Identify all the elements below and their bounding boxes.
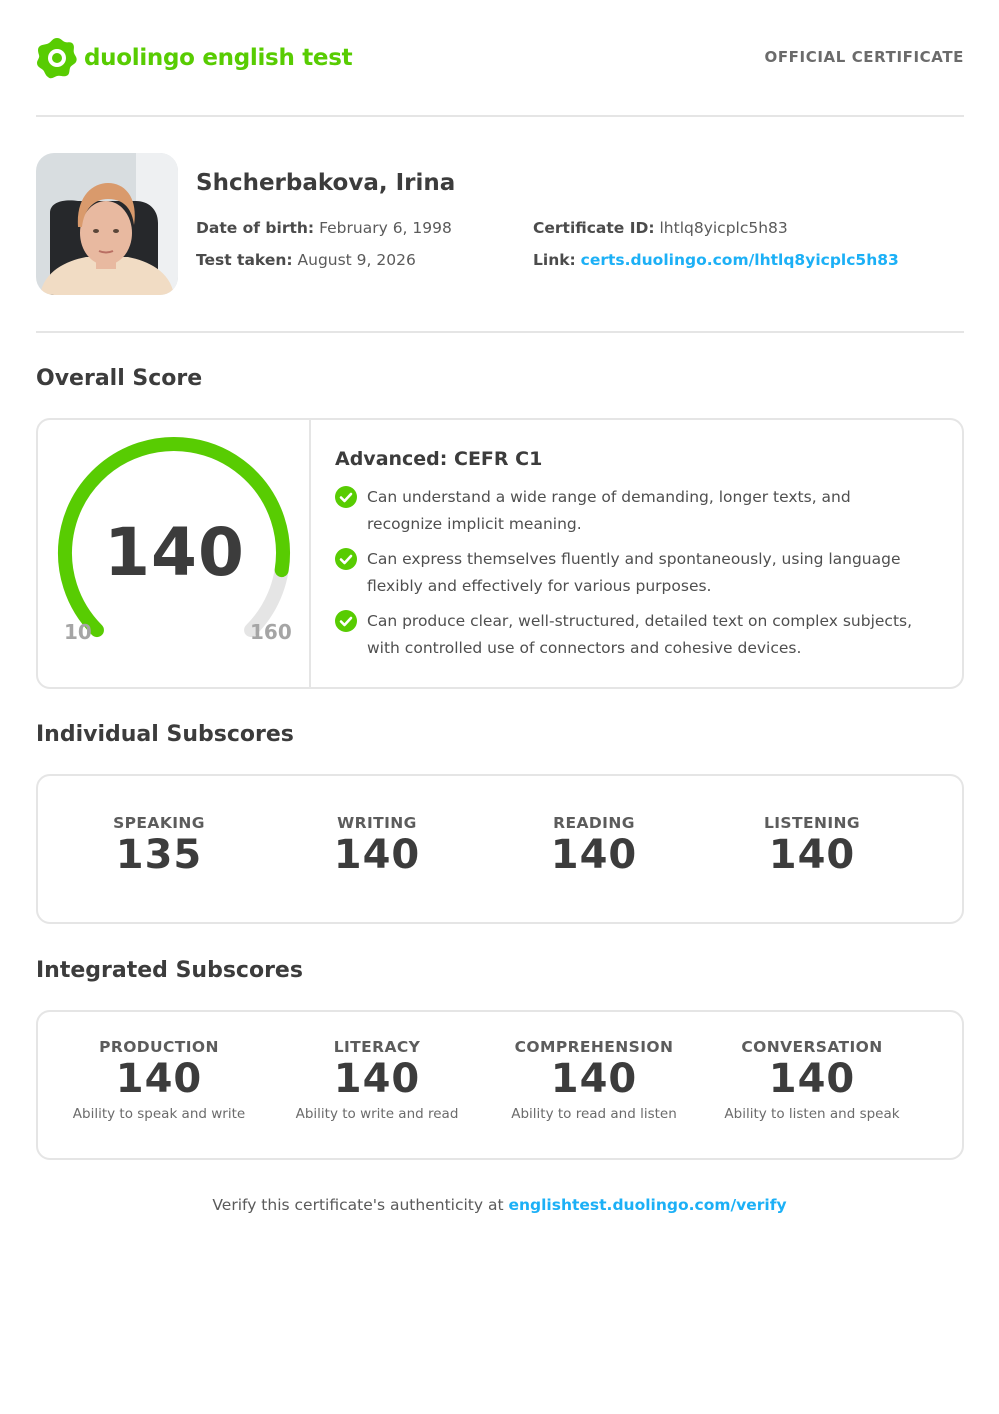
subscore-speaking: SPEAKING 135 — [44, 814, 274, 878]
subscore-listening: LISTENING 140 — [697, 814, 927, 878]
subscore-value: 140 — [768, 832, 856, 878]
subscore-reading: READING 140 — [479, 814, 709, 878]
test-taken-label: Test taken: — [196, 251, 293, 269]
brand-name: duolingo english test — [84, 45, 353, 71]
overall-score-card: 140 10 160 Advanced: CEFR C1 Can underst… — [36, 418, 964, 689]
descriptor-text: Can express themselves fluently and spon… — [367, 550, 901, 595]
subscore-label: PRODUCTION — [99, 1038, 219, 1056]
subscore-literacy: LITERACY 140 Ability to write and read — [262, 1038, 492, 1122]
individual-subscores-card: SPEAKING 135 WRITING 140 READING 140 LIS… — [36, 774, 964, 924]
subscore-description: Ability to read and listen — [511, 1106, 677, 1122]
checkmark-icon — [335, 486, 357, 508]
verify-text: Verify this certificate's authenticity a… — [212, 1196, 509, 1214]
subscore-description: Ability to write and read — [295, 1106, 459, 1122]
descriptor-text: Can understand a wide range of demanding… — [367, 488, 851, 533]
gauge-min-label: 10 — [64, 620, 92, 644]
dob-value: February 6, 1998 — [319, 219, 452, 237]
subscore-conversation: CONVERSATION 140 Ability to listen and s… — [697, 1038, 927, 1122]
certificate-id-value: lhtlq8yicplc5h83 — [659, 219, 788, 237]
overall-score-heading: Overall Score — [36, 366, 203, 391]
certificate-id: Certificate ID: lhtlq8yicplc5h83 — [533, 219, 788, 237]
candidate-divider — [36, 331, 964, 333]
overall-score-value: 140 — [104, 514, 245, 591]
subscore-description: Ability to speak and write — [72, 1106, 246, 1122]
certificate-link[interactable]: certs.duolingo.com/lhtlq8yicplc5h83 — [581, 251, 899, 269]
subscore-value: 140 — [768, 1056, 856, 1102]
individual-subscores-heading: Individual Subscores — [36, 722, 294, 747]
checkmark-icon — [335, 610, 357, 632]
integrated-subscores-heading: Integrated Subscores — [36, 958, 303, 983]
brand-logo: duolingo english test — [36, 36, 353, 80]
score-gauge: 140 10 160 — [38, 420, 311, 687]
integrated-subscores-card: PRODUCTION 140 Ability to speak and writ… — [36, 1010, 964, 1160]
subscore-label: READING — [553, 814, 635, 832]
subscore-description: Ability to listen and speak — [724, 1106, 900, 1122]
descriptor-text: Can produce clear, well-structured, deta… — [367, 612, 913, 657]
link-label: Link: — [533, 251, 576, 269]
verify-footer: Verify this certificate's authenticity a… — [0, 1196, 999, 1214]
checkmark-icon — [335, 548, 357, 570]
subscore-label: LISTENING — [763, 814, 860, 832]
test-taken-value: August 9, 2026 — [297, 251, 416, 269]
date-of-birth: Date of birth: February 6, 1998 — [196, 219, 452, 237]
subscore-value: 140 — [333, 832, 421, 878]
verify-link[interactable]: englishtest.duolingo.com/verify — [508, 1196, 786, 1214]
subscore-writing: WRITING 140 — [262, 814, 492, 878]
gauge-max-label: 160 — [250, 620, 292, 644]
subscore-label: CONVERSATION — [741, 1038, 883, 1056]
subscore-label: COMPREHENSION — [514, 1038, 674, 1056]
subscore-label: SPEAKING — [113, 814, 205, 832]
cefr-level: Advanced: CEFR C1 — [335, 448, 543, 470]
subscore-label: WRITING — [337, 814, 417, 832]
certificate-link-row: Link: certs.duolingo.com/lhtlq8yicplc5h8… — [533, 251, 899, 269]
subscore-value: 140 — [550, 1056, 638, 1102]
subscore-production: PRODUCTION 140 Ability to speak and writ… — [44, 1038, 274, 1122]
subscore-comprehension: COMPREHENSION 140 Ability to read and li… — [479, 1038, 709, 1122]
official-certificate-label: OFFICIAL CERTIFICATE — [764, 48, 964, 66]
subscore-value: 135 — [115, 832, 203, 878]
test-taken: Test taken: August 9, 2026 — [196, 251, 416, 269]
header-divider — [36, 115, 964, 117]
certificate-header: duolingo english test OFFICIAL CERTIFICA… — [36, 36, 964, 86]
subscore-value: 140 — [333, 1056, 421, 1102]
candidate-photo — [36, 153, 178, 295]
candidate-name: Shcherbakova, Irina — [196, 170, 456, 196]
certificate-id-label: Certificate ID: — [533, 219, 655, 237]
subscore-label: LITERACY — [333, 1038, 421, 1056]
subscore-value: 140 — [115, 1056, 203, 1102]
duolingo-owl-badge-icon — [37, 38, 77, 79]
subscore-value: 140 — [550, 832, 638, 878]
dob-label: Date of birth: — [196, 219, 315, 237]
